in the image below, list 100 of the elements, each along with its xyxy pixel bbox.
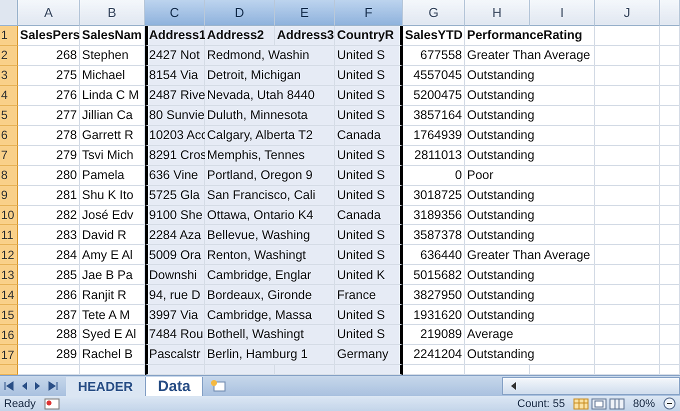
- table-cell: 285: [18, 265, 80, 286]
- row-header[interactable]: 1: [0, 26, 18, 46]
- table-cell: CountryR: [335, 26, 403, 46]
- table-cell: Memphis, Tennes: [205, 146, 335, 166]
- table-cell: 284: [18, 245, 80, 266]
- row-header[interactable]: 14: [0, 285, 18, 306]
- table-cell: 80 Sunvie: [145, 106, 205, 126]
- macro-record-icon[interactable]: [44, 398, 60, 410]
- empty-cell: [595, 26, 660, 46]
- empty-cell: [660, 245, 680, 266]
- table-cell: 0: [403, 166, 465, 186]
- row-header[interactable]: 4: [0, 86, 18, 106]
- column-header[interactable]: H: [465, 0, 530, 26]
- column-header[interactable]: C: [145, 0, 205, 26]
- table-cell: 3587378: [403, 225, 465, 246]
- table-cell: France: [335, 285, 403, 306]
- zoom-level[interactable]: 80%: [632, 398, 655, 410]
- table-cell: 288: [18, 325, 80, 346]
- new-sheet-icon[interactable]: [209, 379, 228, 394]
- column-header[interactable]: G: [403, 0, 465, 26]
- empty-cell: [595, 206, 660, 226]
- empty-cell: [595, 106, 660, 126]
- table-cell: United S: [335, 245, 403, 266]
- table-cell: 1764939: [403, 126, 465, 146]
- table-cell: 275: [18, 66, 80, 86]
- column-header[interactable]: E: [275, 0, 335, 26]
- next-sheet-icon[interactable]: [34, 381, 42, 392]
- table-cell: 2427 Not: [145, 46, 205, 66]
- table-cell: Outstanding: [465, 345, 595, 366]
- normal-view-icon[interactable]: [572, 398, 589, 410]
- row-header[interactable]: 10: [0, 206, 18, 226]
- table-cell: 5725 Gla: [145, 186, 205, 206]
- row-header[interactable]: 2: [0, 46, 18, 66]
- table-cell: Calgary, Alberta T2: [205, 126, 335, 146]
- row-header[interactable]: 8: [0, 166, 18, 186]
- table-cell: United S: [335, 106, 403, 126]
- table-cell: Outstanding: [465, 126, 595, 146]
- table-cell: 268: [18, 46, 80, 66]
- empty-cell: [595, 86, 660, 106]
- empty-cell: [660, 206, 680, 226]
- table-cell: Address2: [205, 26, 275, 46]
- table-cell: 282: [18, 206, 80, 226]
- table-cell: Redmond, Washin: [205, 46, 335, 66]
- table-cell: United S: [335, 305, 403, 326]
- column-header[interactable]: A: [18, 0, 80, 26]
- table-cell: 219089: [403, 325, 465, 346]
- first-sheet-icon[interactable]: [4, 381, 14, 392]
- column-header[interactable]: D: [205, 0, 275, 26]
- empty-cell: [595, 46, 660, 66]
- table-cell: United S: [335, 146, 403, 166]
- row-header[interactable]: 9: [0, 186, 18, 206]
- status-text: Ready: [4, 398, 36, 410]
- table-cell: Average: [465, 325, 595, 346]
- empty-cell: [595, 146, 660, 166]
- sheet-tab[interactable]: Data: [146, 376, 204, 396]
- column-header[interactable]: J: [595, 0, 660, 26]
- row-header[interactable]: 5: [0, 106, 18, 126]
- row-header[interactable]: 17: [0, 345, 18, 366]
- column-header[interactable]: I: [530, 0, 595, 26]
- table-cell: 7484 Rou: [145, 325, 205, 346]
- row-header[interactable]: 13: [0, 265, 18, 286]
- table-cell: 3018725: [403, 186, 465, 206]
- scroll-left-icon[interactable]: [509, 381, 517, 392]
- previous-sheet-icon[interactable]: [20, 381, 28, 392]
- empty-cell: [595, 126, 660, 146]
- last-sheet-icon[interactable]: [48, 381, 58, 392]
- row-header[interactable]: 7: [0, 146, 18, 166]
- table-cell: Outstanding: [465, 146, 595, 166]
- empty-cell: [595, 325, 660, 346]
- table-cell: 286: [18, 285, 80, 306]
- row-header[interactable]: 16: [0, 325, 18, 346]
- empty-cell: [660, 345, 680, 366]
- table-cell: 3827950: [403, 285, 465, 306]
- table-cell: United S: [335, 225, 403, 246]
- column-header[interactable]: F: [335, 0, 403, 26]
- table-cell: United S: [335, 46, 403, 66]
- page-break-icon[interactable]: [608, 398, 625, 410]
- empty-cell: [660, 26, 680, 46]
- row-header[interactable]: 12: [0, 245, 18, 266]
- table-cell: Outstanding: [465, 66, 595, 86]
- sheet-tab[interactable]: HEADER: [66, 376, 146, 396]
- zoom-out-icon[interactable]: [663, 397, 676, 410]
- table-cell: Detroit, Michigan: [205, 66, 335, 86]
- empty-cell: [595, 305, 660, 326]
- row-header[interactable]: 3: [0, 66, 18, 86]
- table-cell: Germany: [335, 345, 403, 366]
- row-header[interactable]: 6: [0, 126, 18, 146]
- table-cell: 1931620: [403, 305, 465, 326]
- page-layout-icon[interactable]: [590, 398, 607, 410]
- empty-cell: [660, 86, 680, 106]
- table-cell: United S: [335, 325, 403, 346]
- table-cell: 677558: [403, 46, 465, 66]
- row-header[interactable]: 15: [0, 305, 18, 326]
- table-cell: United S: [335, 166, 403, 186]
- table-cell: United S: [335, 186, 403, 206]
- row-header[interactable]: 11: [0, 225, 18, 246]
- horizontal-scrollbar[interactable]: [502, 377, 680, 396]
- table-cell: Poor: [465, 166, 595, 186]
- table-cell: 5200475: [403, 86, 465, 106]
- table-cell: 2284 Aza: [145, 225, 205, 246]
